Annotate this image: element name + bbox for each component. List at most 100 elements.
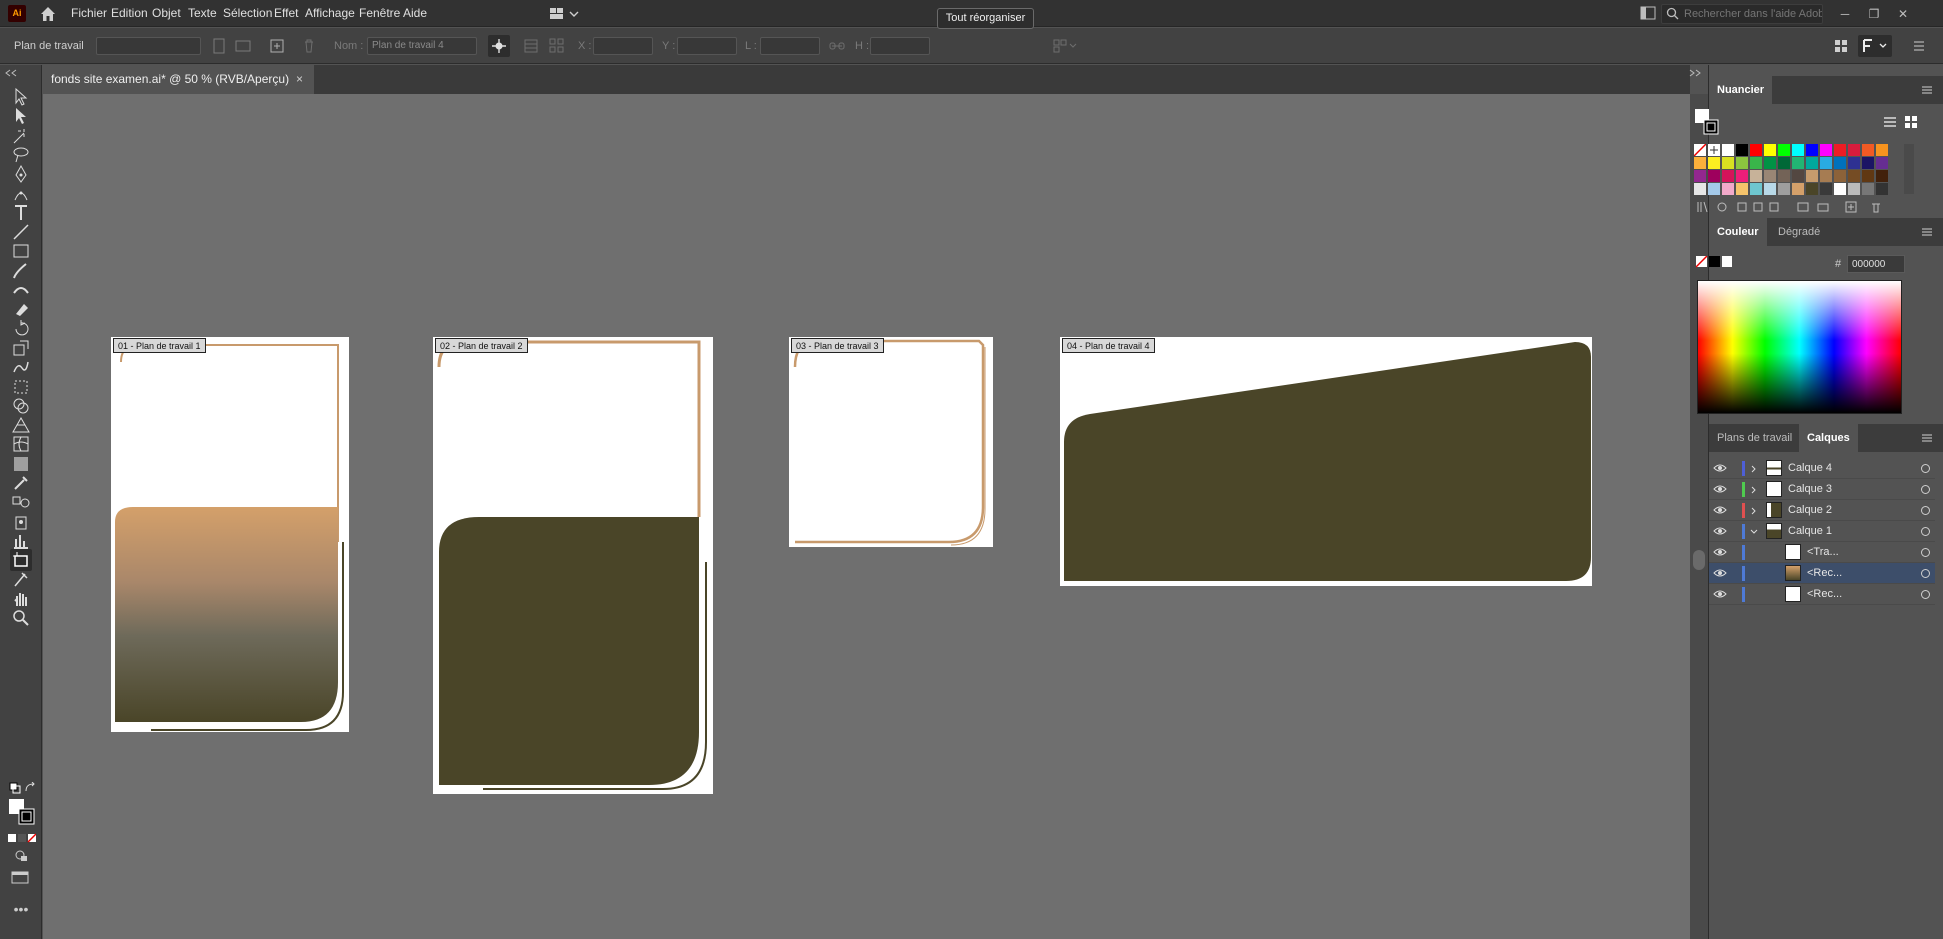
artboard-name-field[interactable]: Plan de travail 4 <box>367 37 477 55</box>
artboard-3[interactable] <box>789 337 993 547</box>
minimize-button[interactable]: ─ <box>1833 4 1857 24</box>
color-swatch[interactable] <box>1764 183 1776 195</box>
chevron-right-icon[interactable] <box>1749 484 1759 498</box>
color-swatch[interactable] <box>1820 144 1832 156</box>
color-swatch[interactable] <box>1862 170 1874 182</box>
swatch-grid[interactable] <box>1693 143 1892 196</box>
new-artboard-icon[interactable] <box>268 37 286 55</box>
color-swatch[interactable] <box>1806 157 1818 169</box>
default-fill-stroke-icon[interactable] <box>9 782 21 794</box>
artboard-2[interactable] <box>433 337 713 794</box>
chevron-right-icon[interactable] <box>1749 463 1759 477</box>
color-swatch[interactable] <box>1806 144 1818 156</box>
color-swatch[interactable] <box>1792 170 1804 182</box>
rectangle-tool-icon[interactable] <box>10 240 32 262</box>
color-swatch[interactable] <box>1694 170 1706 182</box>
artboard-1-label[interactable]: 01 - Plan de travail 1 <box>113 338 206 353</box>
color-swatch[interactable] <box>1876 144 1888 156</box>
warp-tool-icon[interactable] <box>10 356 32 378</box>
move-with-artboard-icon[interactable] <box>488 35 510 57</box>
color-swatch[interactable] <box>1792 144 1804 156</box>
edit-toolbar-icon[interactable]: ••• <box>10 902 32 916</box>
swatches-footer-icons[interactable] <box>1696 200 1926 214</box>
workspace-switcher-icon[interactable] <box>548 5 582 23</box>
color-swatch[interactable] <box>1764 170 1776 182</box>
artboard-tool-icon[interactable] <box>10 549 32 571</box>
rearrange-all-button[interactable]: Tout réorganiser <box>937 8 1034 29</box>
rearrange-artboards-icon[interactable] <box>548 37 566 55</box>
grid-view-icon[interactable] <box>1904 115 1918 129</box>
swatches-fill-stroke[interactable] <box>1694 108 1720 136</box>
color-swatch[interactable] <box>1750 183 1762 195</box>
color-swatch[interactable] <box>1736 170 1748 182</box>
color-swatch[interactable] <box>1820 157 1832 169</box>
color-swatch[interactable] <box>1834 144 1846 156</box>
color-swatch[interactable] <box>1736 157 1748 169</box>
visibility-eye-icon[interactable] <box>1713 567 1727 579</box>
color-swatch[interactable] <box>1806 170 1818 182</box>
color-swatch[interactable] <box>1862 144 1874 156</box>
color-swatch[interactable] <box>1820 183 1832 195</box>
color-swatch[interactable] <box>1820 170 1832 182</box>
control-panel-menu-icon[interactable] <box>1910 37 1928 55</box>
color-swatch[interactable] <box>1778 170 1790 182</box>
color-swatch[interactable] <box>1708 157 1720 169</box>
preset-dropdown[interactable] <box>96 37 201 55</box>
close-window-button[interactable]: ✕ <box>1891 4 1915 24</box>
artboard-options-icon[interactable] <box>522 37 540 55</box>
direct-selection-tool-icon[interactable] <box>10 105 32 127</box>
artboard-3-label[interactable]: 03 - Plan de travail 3 <box>791 338 884 353</box>
layer-row[interactable]: Calque 1 <box>1709 521 1935 542</box>
screen-mode-icon[interactable] <box>10 870 32 886</box>
color-swatch[interactable] <box>1708 183 1720 195</box>
registration-swatch[interactable] <box>1708 144 1720 156</box>
constrain-proportions-icon[interactable] <box>828 37 846 55</box>
layer-target-icon[interactable] <box>1921 527 1930 536</box>
color-swatch[interactable] <box>1778 183 1790 195</box>
tab-gradient[interactable]: Dégradé <box>1770 218 1828 246</box>
visibility-eye-icon[interactable] <box>1713 525 1727 537</box>
visibility-eye-icon[interactable] <box>1713 504 1727 516</box>
color-swatch[interactable] <box>1862 183 1874 195</box>
color-spectrum[interactable] <box>1697 280 1902 414</box>
help-search-box[interactable] <box>1661 4 1823 24</box>
color-swatch[interactable] <box>1708 170 1720 182</box>
color-swatch[interactable] <box>1806 183 1818 195</box>
collapse-dock-icon[interactable] <box>1688 67 1702 77</box>
draw-mode-icon[interactable] <box>12 848 30 862</box>
tab-color[interactable]: Couleur <box>1709 218 1767 246</box>
color-swatch[interactable] <box>1764 144 1776 156</box>
pen-tool-icon[interactable] <box>10 163 32 185</box>
chevron-down-icon[interactable] <box>1749 526 1759 540</box>
maximize-button[interactable]: ❐ <box>1862 4 1886 24</box>
y-field[interactable] <box>677 37 737 55</box>
document-tab[interactable]: fonds site examen.ai* @ 50 % (RVB/Aperçu… <box>42 65 314 94</box>
tab-layers[interactable]: Calques <box>1799 424 1858 452</box>
layer-target-icon[interactable] <box>1921 590 1930 599</box>
delete-artboard-icon[interactable] <box>300 37 318 55</box>
color-swatch[interactable] <box>1750 144 1762 156</box>
hex-value-field[interactable] <box>1847 255 1905 273</box>
color-swatch[interactable] <box>1792 157 1804 169</box>
layers-panel-menu-icon[interactable] <box>1920 432 1934 444</box>
color-none-black-white[interactable] <box>1695 255 1732 268</box>
layer-row[interactable]: <Tra... <box>1709 542 1935 563</box>
artboard-2-label[interactable]: 02 - Plan de travail 2 <box>435 338 528 353</box>
list-view-icon[interactable] <box>1883 115 1897 129</box>
visibility-eye-icon[interactable] <box>1713 483 1727 495</box>
none-swatch[interactable] <box>1693 143 1707 157</box>
color-swatch[interactable] <box>1834 157 1846 169</box>
color-swatch[interactable] <box>1862 157 1874 169</box>
color-swatch[interactable] <box>1834 170 1846 182</box>
color-swatch[interactable] <box>1848 183 1860 195</box>
color-swatch[interactable] <box>1736 183 1748 195</box>
layer-target-icon[interactable] <box>1921 464 1930 473</box>
color-swatch[interactable] <box>1722 144 1734 156</box>
menu-texte[interactable]: Texte <box>183 0 222 27</box>
fill-stroke-swatch[interactable] <box>8 798 36 826</box>
close-tab-icon[interactable]: × <box>296 65 303 94</box>
mesh-tool-icon[interactable] <box>10 433 32 455</box>
menu-edition[interactable]: Edition <box>106 0 153 27</box>
color-swatch[interactable] <box>1876 157 1888 169</box>
layer-target-icon[interactable] <box>1921 569 1930 578</box>
